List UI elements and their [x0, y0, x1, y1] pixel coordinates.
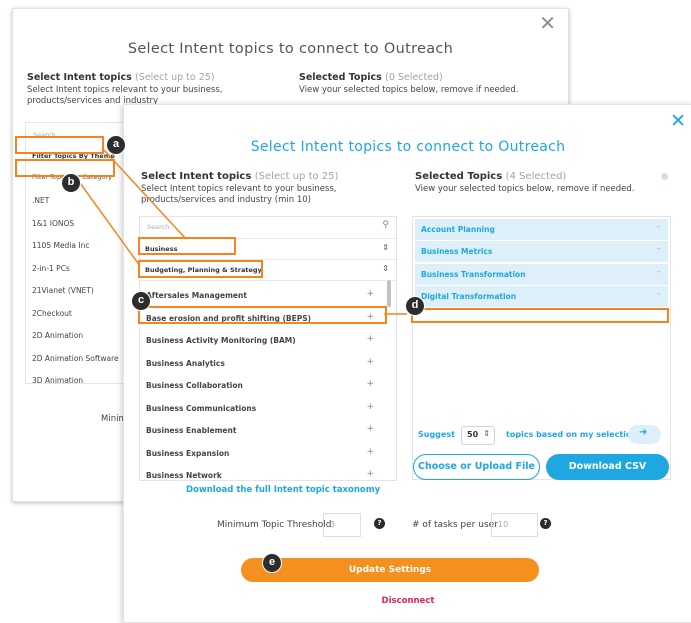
- annotation-badge-c: c: [131, 291, 151, 311]
- annotation-badge-d: d: [405, 296, 425, 316]
- highlight-beps: [138, 306, 387, 324]
- highlight-drop-target: [411, 308, 669, 323]
- highlight-filter-theme: [15, 136, 104, 154]
- annotation-badge-a: a: [106, 135, 126, 155]
- highlight-business: [138, 237, 236, 255]
- annotation-badge-e: e: [262, 553, 282, 573]
- annotation-badge-b: b: [61, 173, 81, 193]
- highlight-budgeting: [138, 260, 263, 278]
